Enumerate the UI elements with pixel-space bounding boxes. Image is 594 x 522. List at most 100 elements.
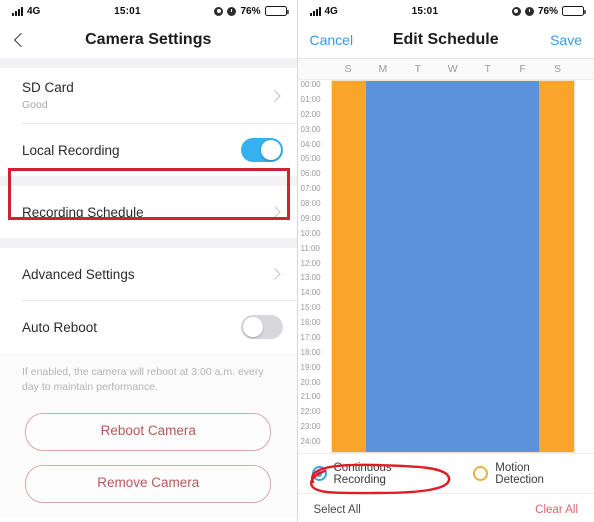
select-all-button[interactable]: Select All (314, 504, 361, 516)
settings-row-title: Auto Reboot (22, 319, 98, 335)
time-label: 19:00 (300, 362, 321, 372)
settings-row-text-group: Local Recording (22, 142, 241, 159)
time-label: 10:00 (300, 228, 321, 238)
time-label: 24:00 (300, 437, 321, 446)
status-bar-right-group: 76% (214, 5, 289, 17)
status-bar-clock: 15:01 (114, 5, 141, 17)
settings-row-text-group: Recording Schedule (22, 204, 271, 221)
weekday-label: T (414, 63, 422, 75)
time-label: 02:00 (300, 109, 321, 119)
list-group-spacer (0, 58, 297, 68)
schedule-column-monday[interactable] (366, 81, 401, 452)
legend-item-continuous-recording[interactable]: Continuous Recording (311, 461, 446, 486)
auto-reboot-toggle[interactable] (240, 315, 283, 339)
settings-row-recording-schedule[interactable]: Recording Schedule (0, 186, 297, 238)
location-arrow-icon (511, 6, 521, 16)
dual-phone-screenshot: 4G 15:01 76% Camera Settings SD Card Goo… (0, 0, 594, 522)
time-axis-labels: 00:00 01:00 02:00 03:00 04:00 05:00 06:0… (298, 80, 331, 453)
network-type-label: 4G (324, 5, 338, 17)
schedule-column-wednesday[interactable] (435, 81, 471, 452)
status-bar-left: 4G 15:01 76% (0, 0, 297, 22)
time-label: 16:00 (300, 318, 321, 327)
settings-row-subtitle: Good (22, 98, 48, 111)
weekday-header-row: S M T W T F S (297, 58, 594, 80)
time-label: 15:00 (300, 303, 321, 313)
location-arrow-icon (214, 6, 224, 16)
signal-bars-icon (12, 6, 23, 16)
time-label: 23:00 (300, 422, 321, 432)
weekday-label: F (519, 63, 526, 75)
battery-icon (562, 6, 586, 16)
time-label: 22:00 (300, 407, 321, 417)
weekday-label: W (447, 63, 458, 75)
settings-row-local-recording[interactable]: Local Recording (0, 124, 297, 176)
settings-row-text-group: SD Card Good (22, 79, 271, 113)
schedule-column-tuesday[interactable] (400, 81, 436, 452)
time-label: 07:00 (300, 184, 321, 194)
time-label: 01:00 (300, 94, 321, 104)
time-label: 08:00 (300, 199, 321, 208)
settings-row-title: Advanced Settings (22, 266, 135, 282)
settings-row-title: Local Recording (22, 142, 120, 158)
signal-bars-icon (309, 6, 321, 16)
time-label: 21:00 (300, 392, 321, 402)
settings-list: SD Card Good Local Recording Recording S… (0, 58, 297, 353)
edit-schedule-panel: 4G 15:01 76% Cancel Edit Schedule Save S… (297, 0, 594, 522)
camera-actions-group: Reboot Camera Remove Camera (0, 395, 297, 517)
cancel-button[interactable]: Cancel (310, 32, 354, 48)
motion-detection-radio-icon[interactable] (473, 466, 489, 481)
settings-row-title: Recording Schedule (22, 204, 144, 220)
settings-row-text-group: Auto Reboot (22, 319, 241, 336)
schedule-grid[interactable] (330, 80, 575, 453)
list-group-spacer (0, 176, 297, 186)
auto-reboot-footnote: If enabled, the camera will reboot at 3:… (0, 353, 297, 395)
schedule-grid-area: 00:00 01:00 02:00 03:00 04:00 05:00 06:0… (297, 80, 594, 453)
settings-row-advanced-settings[interactable]: Advanced Settings (0, 248, 297, 300)
weekday-label: M (378, 63, 388, 75)
battery-percent-label: 76% (240, 5, 261, 17)
save-button[interactable]: Save (550, 32, 582, 48)
settings-row-text-group: Advanced Settings (22, 266, 271, 283)
local-recording-toggle[interactable] (240, 138, 283, 162)
chevron-right-icon (268, 206, 281, 218)
alarm-clock-icon (524, 6, 534, 16)
time-label: 06:00 (300, 169, 321, 179)
weekday-label: S (344, 63, 352, 75)
navigation-bar-right: Cancel Edit Schedule Save (297, 22, 594, 58)
schedule-column-thursday[interactable] (470, 81, 505, 452)
time-label: 18:00 (300, 347, 321, 357)
page-title: Camera Settings (85, 31, 212, 48)
time-label: 11:00 (300, 243, 320, 253)
settings-row-title: SD Card (22, 79, 74, 95)
status-bar-right-group: 76% (511, 5, 586, 17)
clear-all-button[interactable]: Clear All (535, 504, 578, 516)
status-bar-left-group: 4G (309, 5, 338, 17)
time-label: 13:00 (300, 273, 321, 283)
time-label: 17:00 (300, 332, 321, 342)
continuous-recording-radio-icon[interactable] (311, 466, 327, 481)
chevron-right-icon (268, 268, 281, 280)
reboot-camera-button[interactable]: Reboot Camera (25, 413, 272, 451)
remove-camera-button[interactable]: Remove Camera (25, 465, 272, 503)
schedule-column-friday[interactable] (504, 81, 540, 452)
battery-percent-label: 76% (537, 5, 558, 17)
time-label: 00:00 (300, 80, 321, 89)
legend-item-motion-detection[interactable]: Motion Detection (473, 462, 580, 486)
settings-row-sd-card[interactable]: SD Card Good (0, 68, 297, 123)
weekday-label: T (484, 63, 491, 75)
schedule-column-sunday[interactable] (331, 81, 367, 452)
recording-mode-legend: Continuous Recording Motion Detection (297, 453, 594, 495)
time-label: 12:00 (300, 258, 321, 268)
camera-settings-panel: 4G 15:01 76% Camera Settings SD Card Goo… (0, 0, 298, 522)
legend-label: Continuous Recording (333, 461, 392, 486)
alarm-clock-icon (227, 6, 237, 16)
legend-label: Motion Detection (495, 461, 544, 486)
time-label: 04:00 (300, 139, 321, 149)
schedule-actions-row: Select All Clear All (297, 493, 594, 522)
status-bar-clock: 15:01 (411, 5, 439, 17)
settings-row-auto-reboot[interactable]: Auto Reboot (0, 301, 297, 353)
time-label: 05:00 (300, 154, 321, 164)
weekday-label: S (553, 63, 561, 75)
schedule-column-saturday[interactable] (539, 81, 574, 452)
list-group-spacer (0, 238, 297, 248)
